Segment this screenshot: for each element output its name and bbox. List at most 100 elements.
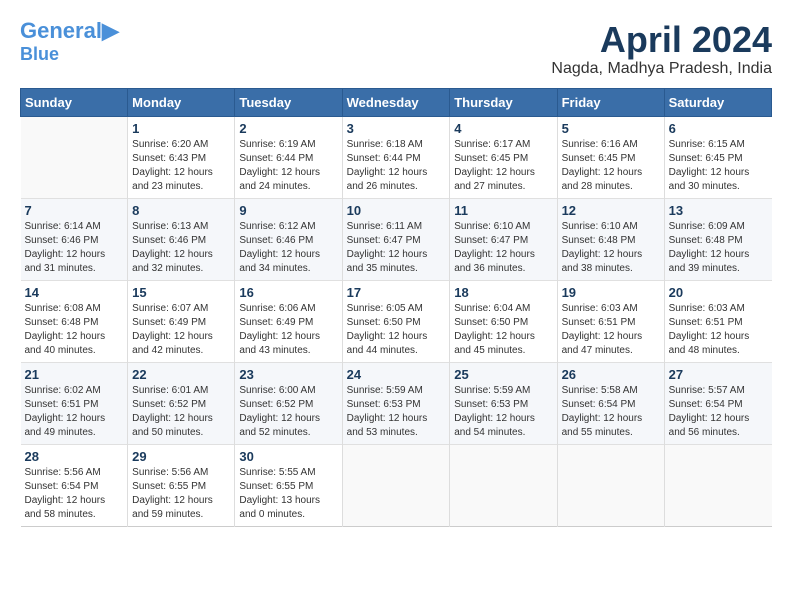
day-number: 20 <box>669 285 768 300</box>
day-info: Sunrise: 5:59 AMSunset: 6:53 PMDaylight:… <box>454 384 552 440</box>
day-info: Sunrise: 6:14 AMSunset: 6:46 PMDaylight:… <box>25 220 124 276</box>
day-number: 28 <box>25 449 124 464</box>
day-info: Sunrise: 6:05 AMSunset: 6:50 PMDaylight:… <box>347 302 446 358</box>
day-info: Sunrise: 5:59 AMSunset: 6:53 PMDaylight:… <box>347 384 446 440</box>
day-cell: 27 Sunrise: 5:57 AMSunset: 6:54 PMDaylig… <box>664 362 771 444</box>
week-row-4: 21 Sunrise: 6:02 AMSunset: 6:51 PMDaylig… <box>21 362 772 444</box>
day-cell: 28 Sunrise: 5:56 AMSunset: 6:54 PMDaylig… <box>21 444 128 526</box>
day-number: 25 <box>454 367 552 382</box>
col-sunday: Sunday <box>21 88 128 116</box>
day-number: 29 <box>132 449 230 464</box>
day-cell: 29 Sunrise: 5:56 AMSunset: 6:55 PMDaylig… <box>128 444 235 526</box>
week-row-5: 28 Sunrise: 5:56 AMSunset: 6:54 PMDaylig… <box>21 444 772 526</box>
day-info: Sunrise: 5:58 AMSunset: 6:54 PMDaylight:… <box>562 384 660 440</box>
day-number: 14 <box>25 285 124 300</box>
header-row: Sunday Monday Tuesday Wednesday Thursday… <box>21 88 772 116</box>
day-info: Sunrise: 6:16 AMSunset: 6:45 PMDaylight:… <box>562 138 660 194</box>
day-info: Sunrise: 6:02 AMSunset: 6:51 PMDaylight:… <box>25 384 124 440</box>
day-info: Sunrise: 6:12 AMSunset: 6:46 PMDaylight:… <box>239 220 337 276</box>
logo-text: General▶ Blue <box>20 20 119 64</box>
logo-blue: ▶ <box>102 18 119 43</box>
day-number: 12 <box>562 203 660 218</box>
col-saturday: Saturday <box>664 88 771 116</box>
day-cell: 23 Sunrise: 6:00 AMSunset: 6:52 PMDaylig… <box>235 362 342 444</box>
day-cell <box>21 116 128 198</box>
day-cell: 5 Sunrise: 6:16 AMSunset: 6:45 PMDayligh… <box>557 116 664 198</box>
day-number: 9 <box>239 203 337 218</box>
day-cell: 7 Sunrise: 6:14 AMSunset: 6:46 PMDayligh… <box>21 198 128 280</box>
day-number: 4 <box>454 121 552 136</box>
day-number: 19 <box>562 285 660 300</box>
day-cell: 25 Sunrise: 5:59 AMSunset: 6:53 PMDaylig… <box>450 362 557 444</box>
logo-general: General <box>20 18 102 43</box>
day-cell: 14 Sunrise: 6:08 AMSunset: 6:48 PMDaylig… <box>21 280 128 362</box>
day-cell <box>664 444 771 526</box>
day-info: Sunrise: 6:10 AMSunset: 6:47 PMDaylight:… <box>454 220 552 276</box>
day-info: Sunrise: 6:07 AMSunset: 6:49 PMDaylight:… <box>132 302 230 358</box>
day-cell: 13 Sunrise: 6:09 AMSunset: 6:48 PMDaylig… <box>664 198 771 280</box>
day-cell: 15 Sunrise: 6:07 AMSunset: 6:49 PMDaylig… <box>128 280 235 362</box>
day-cell: 20 Sunrise: 6:03 AMSunset: 6:51 PMDaylig… <box>664 280 771 362</box>
day-number: 15 <box>132 285 230 300</box>
day-info: Sunrise: 6:15 AMSunset: 6:45 PMDaylight:… <box>669 138 768 194</box>
day-cell: 24 Sunrise: 5:59 AMSunset: 6:53 PMDaylig… <box>342 362 450 444</box>
day-number: 26 <box>562 367 660 382</box>
week-row-1: 1 Sunrise: 6:20 AMSunset: 6:43 PMDayligh… <box>21 116 772 198</box>
col-tuesday: Tuesday <box>235 88 342 116</box>
day-cell: 2 Sunrise: 6:19 AMSunset: 6:44 PMDayligh… <box>235 116 342 198</box>
day-cell: 22 Sunrise: 6:01 AMSunset: 6:52 PMDaylig… <box>128 362 235 444</box>
day-info: Sunrise: 6:06 AMSunset: 6:49 PMDaylight:… <box>239 302 337 358</box>
day-info: Sunrise: 6:00 AMSunset: 6:52 PMDaylight:… <box>239 384 337 440</box>
day-cell: 12 Sunrise: 6:10 AMSunset: 6:48 PMDaylig… <box>557 198 664 280</box>
day-info: Sunrise: 5:55 AMSunset: 6:55 PMDaylight:… <box>239 466 337 522</box>
title-section: April 2024 Nagda, Madhya Pradesh, India <box>551 20 772 78</box>
day-number: 3 <box>347 121 446 136</box>
page-container: General▶ Blue April 2024 Nagda, Madhya P… <box>20 20 772 527</box>
day-number: 22 <box>132 367 230 382</box>
day-cell: 26 Sunrise: 5:58 AMSunset: 6:54 PMDaylig… <box>557 362 664 444</box>
day-number: 27 <box>669 367 768 382</box>
day-info: Sunrise: 6:09 AMSunset: 6:48 PMDaylight:… <box>669 220 768 276</box>
day-number: 2 <box>239 121 337 136</box>
week-row-3: 14 Sunrise: 6:08 AMSunset: 6:48 PMDaylig… <box>21 280 772 362</box>
col-friday: Friday <box>557 88 664 116</box>
day-number: 7 <box>25 203 124 218</box>
day-number: 13 <box>669 203 768 218</box>
day-info: Sunrise: 6:03 AMSunset: 6:51 PMDaylight:… <box>562 302 660 358</box>
day-number: 5 <box>562 121 660 136</box>
day-cell: 21 Sunrise: 6:02 AMSunset: 6:51 PMDaylig… <box>21 362 128 444</box>
day-info: Sunrise: 6:10 AMSunset: 6:48 PMDaylight:… <box>562 220 660 276</box>
header: General▶ Blue April 2024 Nagda, Madhya P… <box>20 20 772 78</box>
day-cell: 18 Sunrise: 6:04 AMSunset: 6:50 PMDaylig… <box>450 280 557 362</box>
day-info: Sunrise: 6:13 AMSunset: 6:46 PMDaylight:… <box>132 220 230 276</box>
day-cell <box>342 444 450 526</box>
day-info: Sunrise: 6:19 AMSunset: 6:44 PMDaylight:… <box>239 138 337 194</box>
day-info: Sunrise: 6:08 AMSunset: 6:48 PMDaylight:… <box>25 302 124 358</box>
day-number: 8 <box>132 203 230 218</box>
day-cell <box>557 444 664 526</box>
day-number: 6 <box>669 121 768 136</box>
day-info: Sunrise: 5:57 AMSunset: 6:54 PMDaylight:… <box>669 384 768 440</box>
week-row-2: 7 Sunrise: 6:14 AMSunset: 6:46 PMDayligh… <box>21 198 772 280</box>
day-number: 16 <box>239 285 337 300</box>
col-thursday: Thursday <box>450 88 557 116</box>
day-info: Sunrise: 6:11 AMSunset: 6:47 PMDaylight:… <box>347 220 446 276</box>
day-number: 23 <box>239 367 337 382</box>
day-cell: 17 Sunrise: 6:05 AMSunset: 6:50 PMDaylig… <box>342 280 450 362</box>
day-number: 30 <box>239 449 337 464</box>
day-info: Sunrise: 6:01 AMSunset: 6:52 PMDaylight:… <box>132 384 230 440</box>
col-wednesday: Wednesday <box>342 88 450 116</box>
day-number: 1 <box>132 121 230 136</box>
col-monday: Monday <box>128 88 235 116</box>
day-info: Sunrise: 6:20 AMSunset: 6:43 PMDaylight:… <box>132 138 230 194</box>
day-cell: 9 Sunrise: 6:12 AMSunset: 6:46 PMDayligh… <box>235 198 342 280</box>
day-cell: 1 Sunrise: 6:20 AMSunset: 6:43 PMDayligh… <box>128 116 235 198</box>
day-info: Sunrise: 6:03 AMSunset: 6:51 PMDaylight:… <box>669 302 768 358</box>
day-cell: 8 Sunrise: 6:13 AMSunset: 6:46 PMDayligh… <box>128 198 235 280</box>
day-number: 17 <box>347 285 446 300</box>
day-number: 24 <box>347 367 446 382</box>
day-cell: 6 Sunrise: 6:15 AMSunset: 6:45 PMDayligh… <box>664 116 771 198</box>
day-info: Sunrise: 5:56 AMSunset: 6:55 PMDaylight:… <box>132 466 230 522</box>
day-info: Sunrise: 6:17 AMSunset: 6:45 PMDaylight:… <box>454 138 552 194</box>
day-info: Sunrise: 6:18 AMSunset: 6:44 PMDaylight:… <box>347 138 446 194</box>
